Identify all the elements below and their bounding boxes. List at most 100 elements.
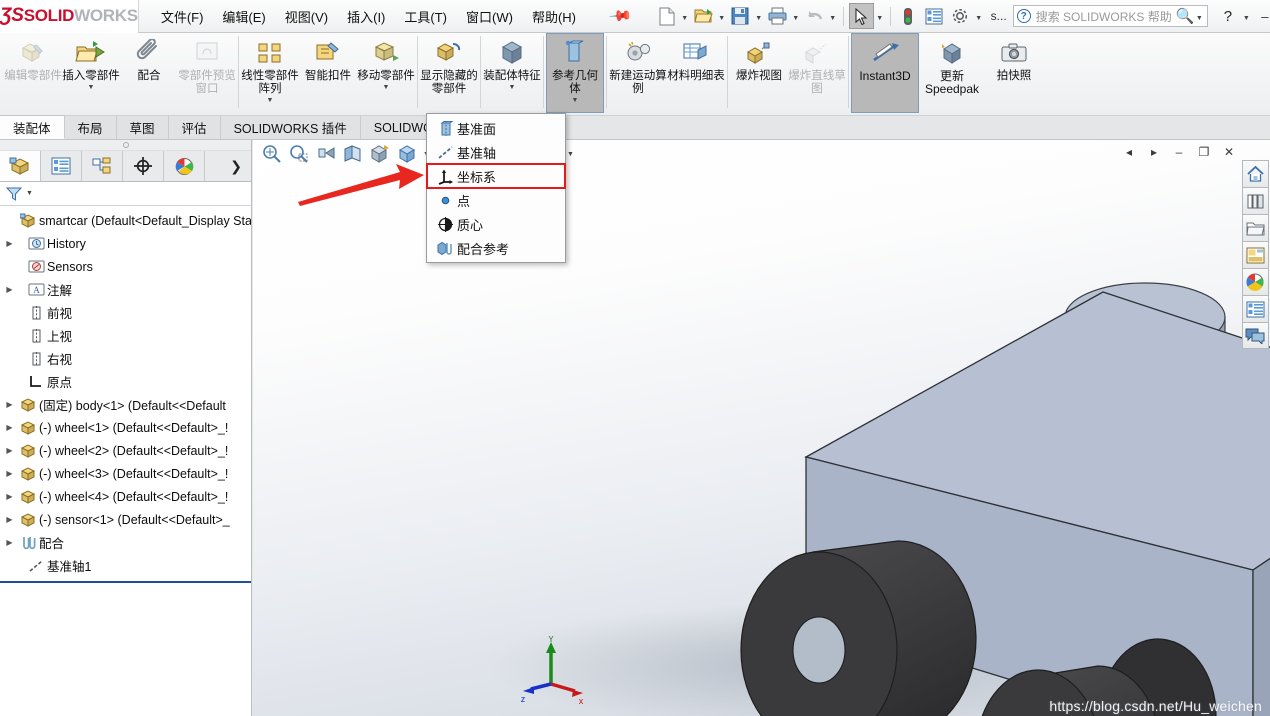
- tree-item-wheel-2[interactable]: ▶ (-) wheel<2> (Default<<Default>_!: [0, 439, 251, 462]
- smartcar-3d-model[interactable]: [253, 140, 1270, 716]
- task-pane-view-palette-icon[interactable]: [1241, 241, 1269, 268]
- tab-sketch[interactable]: 草图: [116, 116, 169, 139]
- zoom-to-fit-icon[interactable]: [259, 141, 285, 165]
- tree-item-sensors[interactable]: Sensors: [0, 255, 251, 278]
- menu-help[interactable]: 帮助(H): [532, 7, 576, 26]
- help-search-box[interactable]: ? 搜索 SOLIDWORKS 帮助 🔍 ▼: [1012, 3, 1209, 29]
- task-pane-file-explorer-icon[interactable]: [1241, 214, 1269, 241]
- search-dropdown-arrow[interactable]: ▼: [1194, 3, 1204, 29]
- ribbon-linear-pattern[interactable]: 线性零部件阵列 ▼: [241, 33, 299, 113]
- tab-evaluate[interactable]: 评估: [168, 116, 221, 139]
- undo-dropdown-arrow[interactable]: ▼: [828, 3, 838, 29]
- task-pane-custom-properties-icon[interactable]: [1241, 295, 1269, 322]
- task-pane-appearances-icon[interactable]: [1241, 268, 1269, 295]
- reference-geometry-caret-icon[interactable]: ▼: [572, 97, 579, 104]
- save-icon[interactable]: [728, 3, 753, 29]
- task-pane-forum-icon[interactable]: [1241, 322, 1269, 349]
- display-style-icon[interactable]: [394, 141, 420, 165]
- document-close-icon[interactable]: ✕: [1218, 140, 1240, 164]
- magnifier-icon[interactable]: 🔍: [1176, 7, 1195, 25]
- task-pane-resources-icon[interactable]: [1241, 160, 1269, 187]
- graphics-viewport[interactable]: ▼ ▼ ▼ ▼ ◂ ▸ – ❐ ✕: [253, 140, 1270, 716]
- ribbon-insert-component[interactable]: 插入零部件 ▼: [62, 33, 120, 113]
- panel-tab-dimxpert-manager[interactable]: [123, 151, 164, 181]
- panel-tab-feature-manager[interactable]: [0, 151, 41, 181]
- ribbon-new-motion-study[interactable]: 新建运动算例: [609, 33, 667, 113]
- tree-item-wheel-4[interactable]: ▶ (-) wheel<4> (Default<<Default>_!: [0, 485, 251, 508]
- ribbon-update-speedpak[interactable]: 更新 Speedpak: [919, 33, 985, 113]
- tree-arrow[interactable]: ▶: [2, 469, 17, 478]
- menu-item-point[interactable]: 点: [427, 188, 565, 212]
- select-cursor-icon[interactable]: [848, 3, 874, 29]
- traffic-light-icon[interactable]: [896, 3, 921, 29]
- ribbon-exploded-view[interactable]: 爆炸视图: [730, 33, 788, 113]
- panel-tab-property-manager[interactable]: [41, 151, 82, 181]
- menu-insert[interactable]: 插入(I): [347, 7, 385, 26]
- menu-edit[interactable]: 编辑(E): [222, 7, 265, 26]
- panel-tab-display-manager[interactable]: [164, 151, 205, 181]
- document-minimize-icon[interactable]: –: [1168, 140, 1190, 164]
- ribbon-bill-of-materials[interactable]: 材料明细表: [667, 33, 725, 113]
- help-dropdown-arrow[interactable]: ▼: [1241, 3, 1251, 29]
- tree-item-sensor-1[interactable]: ▶ (-) sensor<1> (Default<<Default>_: [0, 508, 251, 531]
- tree-item-origin[interactable]: 原点: [0, 370, 251, 393]
- tree-arrow[interactable]: ▶: [2, 239, 17, 248]
- tree-item-mates[interactable]: ▶ 配合: [0, 531, 251, 554]
- assembly-features-caret-icon[interactable]: ▼: [509, 84, 516, 91]
- previous-view-icon[interactable]: [313, 141, 339, 165]
- linear-pattern-caret-icon[interactable]: ▼: [267, 97, 274, 104]
- menu-window[interactable]: 窗口(W): [466, 7, 513, 26]
- view-settings-caret-icon[interactable]: ▼: [565, 141, 576, 165]
- ribbon-reference-geometry[interactable]: 参考几何体 ▼: [546, 33, 604, 113]
- tree-item-annotations[interactable]: ▶ A 注解: [0, 278, 251, 301]
- previous-document-icon[interactable]: ◂: [1118, 140, 1140, 164]
- new-document-icon[interactable]: [654, 3, 679, 29]
- tree-arrow[interactable]: ▶: [2, 515, 17, 524]
- tree-item-axis-1[interactable]: 基准轴1: [0, 554, 251, 577]
- menu-item-plane[interactable]: 基准面: [427, 116, 565, 140]
- ribbon-edit-component[interactable]: 编辑零部件: [4, 33, 62, 113]
- qat-overflow-label[interactable]: s...: [991, 9, 1007, 23]
- filter-caret-icon[interactable]: ▼: [26, 190, 33, 197]
- tree-arrow[interactable]: ▶: [2, 285, 17, 294]
- pin-icon[interactable]: 📌: [607, 3, 633, 29]
- save-dropdown-arrow[interactable]: ▼: [754, 3, 764, 29]
- open-document-icon[interactable]: [691, 3, 716, 29]
- tree-item-smartcar[interactable]: smartcar (Default<Default_Display Sta: [0, 209, 251, 232]
- tree-item-wheel-1[interactable]: ▶ (-) wheel<1> (Default<<Default>_!: [0, 416, 251, 439]
- print-dropdown-arrow[interactable]: ▼: [791, 3, 801, 29]
- feature-tree-filter[interactable]: ▼: [0, 182, 251, 206]
- ribbon-mate[interactable]: 配合: [120, 33, 178, 113]
- options-gear-icon[interactable]: [948, 3, 973, 29]
- menu-file[interactable]: 文件(F): [161, 7, 204, 26]
- view-orientation-icon[interactable]: [367, 141, 393, 165]
- tree-rollback-bar[interactable]: [0, 581, 251, 583]
- menu-item-axis[interactable]: 基准轴: [427, 140, 565, 164]
- tree-arrow[interactable]: ▶: [2, 492, 17, 501]
- tab-assembly[interactable]: 装配体: [0, 115, 65, 139]
- panel-tabs-overflow-icon[interactable]: ❯: [205, 151, 251, 181]
- tree-item-history[interactable]: ▶ History: [0, 232, 251, 255]
- ribbon-explode-line-sketch[interactable]: 爆炸直线草图: [788, 33, 846, 113]
- panel-grip[interactable]: [0, 140, 251, 151]
- print-icon[interactable]: [765, 3, 790, 29]
- ribbon-take-snapshot[interactable]: 拍快照: [985, 33, 1043, 113]
- document-restore-icon[interactable]: ❐: [1193, 140, 1215, 164]
- file-properties-icon[interactable]: [922, 3, 947, 29]
- tree-item-top-plane[interactable]: 上视: [0, 324, 251, 347]
- ribbon-assembly-features[interactable]: 装配体特征 ▼: [483, 33, 541, 113]
- tree-arrow[interactable]: ▶: [2, 446, 17, 455]
- tree-item-body-1[interactable]: ▶ (固定) body<1> (Default<<Default: [0, 393, 251, 416]
- search-input[interactable]: 搜索 SOLIDWORKS 帮助: [1036, 8, 1176, 25]
- tree-item-right-plane[interactable]: 右视: [0, 347, 251, 370]
- ribbon-move-component[interactable]: 移动零部件 ▼: [357, 33, 415, 113]
- ribbon-show-hidden-components[interactable]: 显示隐藏的零部件: [420, 33, 478, 113]
- ribbon-smart-fasteners[interactable]: 智能扣件: [299, 33, 357, 113]
- tab-solidworks-addins[interactable]: SOLIDWORKS 插件: [220, 116, 361, 139]
- tree-item-wheel-3[interactable]: ▶ (-) wheel<3> (Default<<Default>_!: [0, 462, 251, 485]
- panel-tab-configuration-manager[interactable]: [82, 151, 123, 181]
- ribbon-component-preview[interactable]: 零部件预览窗口: [178, 33, 236, 113]
- menu-tools[interactable]: 工具(T): [404, 7, 447, 26]
- menu-item-coordinate-system[interactable]: 坐标系: [426, 163, 566, 189]
- menu-view[interactable]: 视图(V): [285, 7, 328, 26]
